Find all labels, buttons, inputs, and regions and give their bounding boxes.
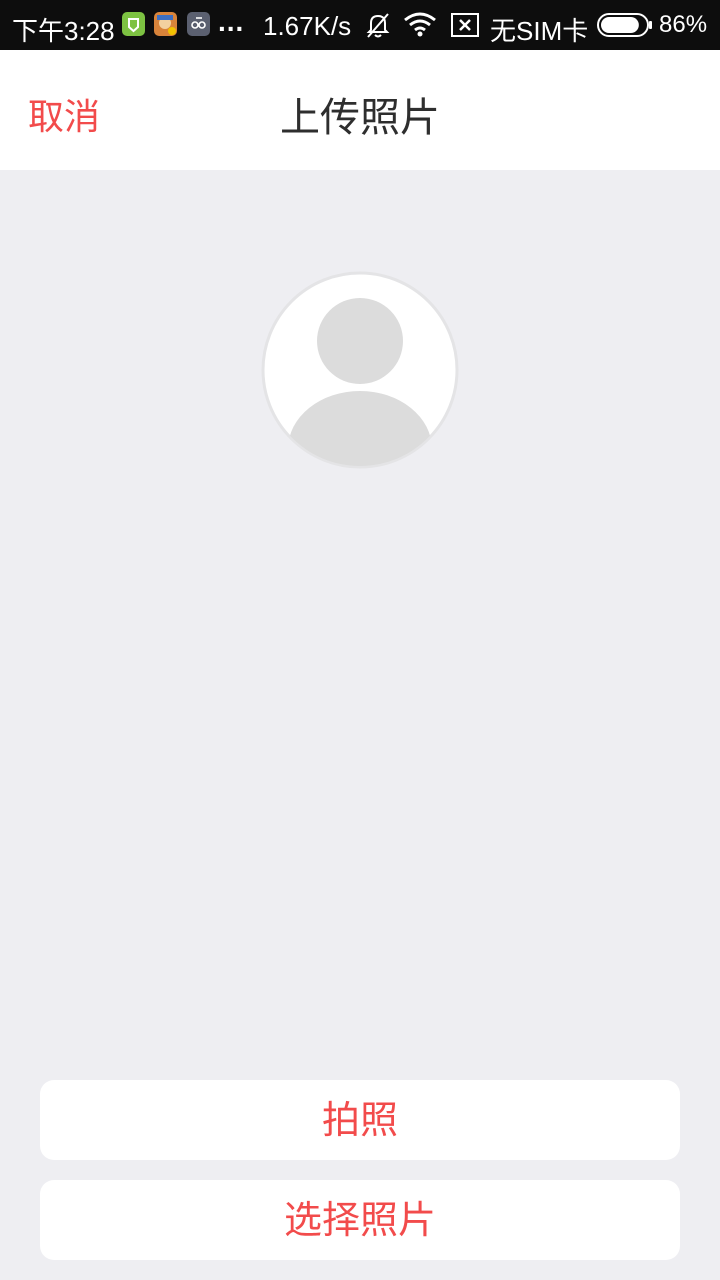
- game-app-icon: [154, 12, 177, 36]
- more-notifications-indicator: ...: [218, 6, 245, 37]
- battery-icon: [597, 13, 653, 44]
- wechat-app-icon: [122, 12, 145, 36]
- network-speed: 1.67K/s: [263, 11, 352, 41]
- default-avatar-icon: [261, 271, 459, 469]
- tool-app-icon: [187, 12, 210, 36]
- status-bar: 下午3:28 ... 1.67K/s 无SIM卡 86%: [0, 0, 720, 50]
- page-title: 上传照片: [280, 95, 440, 141]
- status-time: 下午3:28: [12, 16, 115, 46]
- battery-level-fill: [601, 17, 639, 33]
- sim-status: 无SIM卡: [490, 16, 589, 46]
- battery-percent: 86%: [659, 11, 708, 38]
- choose-photo-button[interactable]: 选择照片: [40, 1180, 680, 1260]
- wifi-icon: [403, 11, 437, 44]
- navigation-header: 取消 上传照片: [0, 50, 720, 170]
- no-sim-icon: [450, 12, 480, 45]
- bell-muted-icon: [365, 11, 391, 46]
- take-photo-button[interactable]: 拍照: [40, 1080, 680, 1160]
